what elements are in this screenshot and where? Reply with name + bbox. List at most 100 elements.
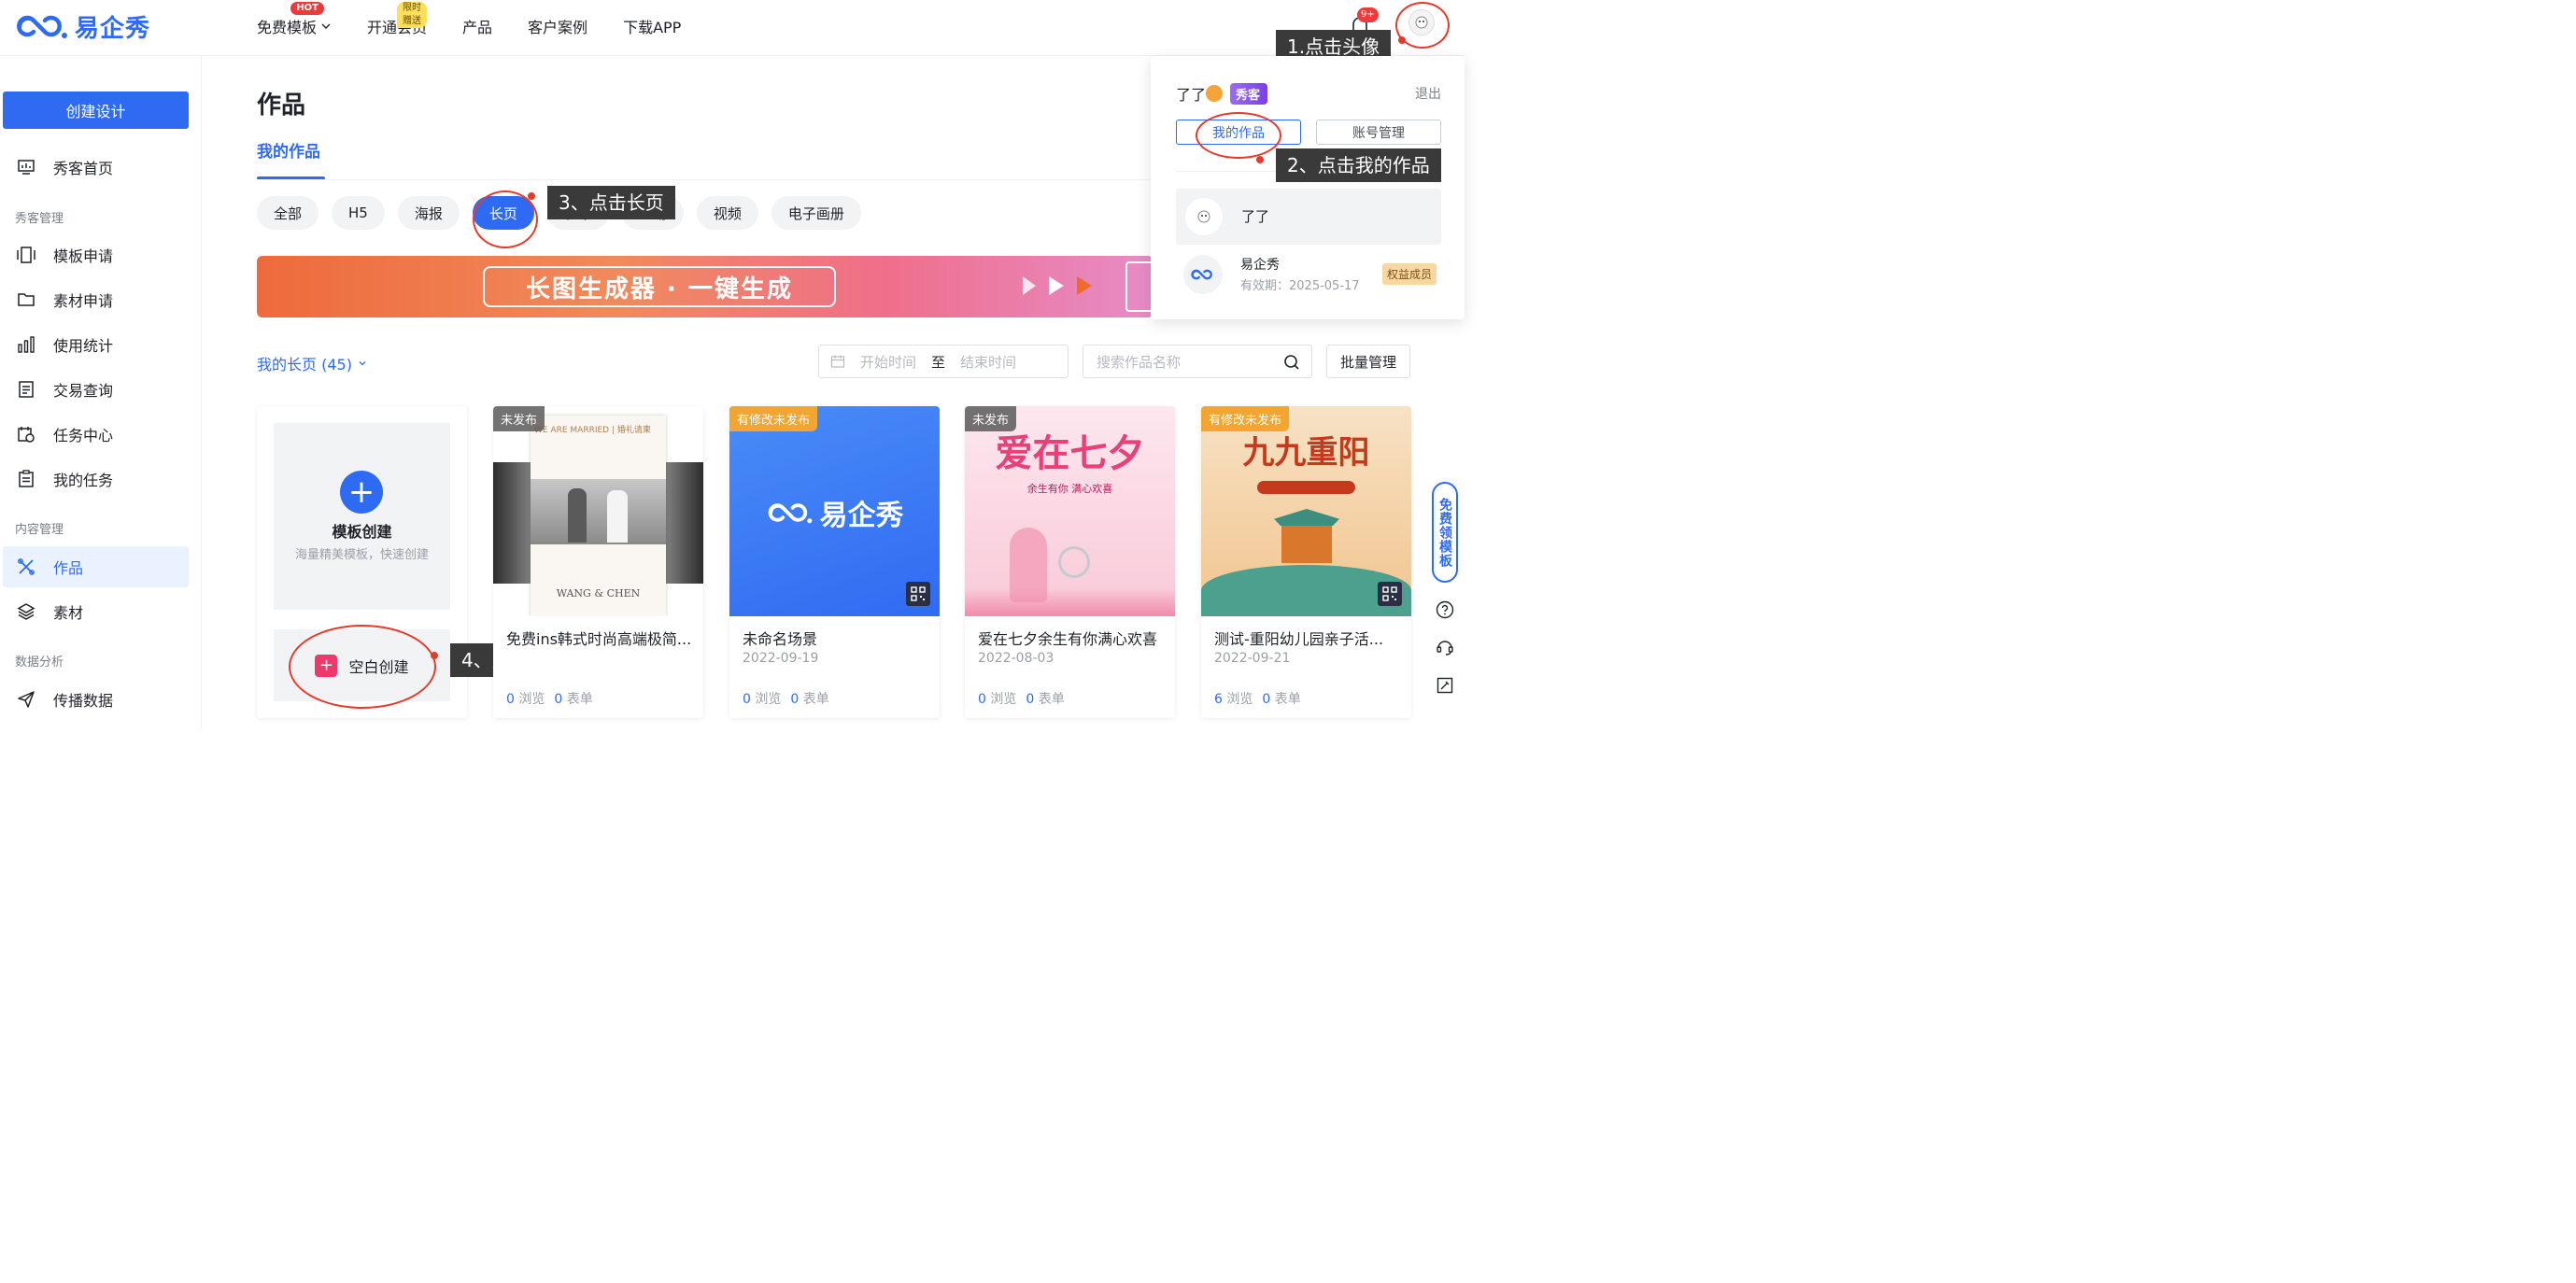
nav-products[interactable]: 产品 (462, 15, 492, 37)
plus-icon: + (340, 471, 383, 514)
annotation-ring-long-page (473, 190, 538, 248)
sidebar-item-task-center[interactable]: 任务中心 (3, 414, 189, 455)
send-icon (16, 689, 36, 710)
thumb-header: WE ARE MARRIED | 婚礼请柬 (534, 426, 651, 435)
avatar (1185, 198, 1223, 235)
page-title: 作品 (257, 92, 306, 120)
long-image-banner[interactable]: 长图生成器 · 一键生成 (257, 256, 1154, 317)
logout-link[interactable]: 退出 (1415, 84, 1441, 103)
work-card[interactable]: 易企秀 有修改未发布 未命名场景 2022-09-19 0 浏览 0 表单 (729, 406, 940, 718)
date-end-input[interactable]: 结束时间 (960, 352, 1016, 372)
long-page-icon (1125, 261, 1154, 312)
sidebar-item-label: 我的任务 (53, 472, 114, 489)
sidebar-item-label: 任务中心 (53, 427, 114, 444)
account-row-company[interactable]: 易企秀 有效期：2025-05-17 权益成员 (1176, 252, 1441, 308)
chip-e-album[interactable]: 电子画册 (771, 196, 861, 230)
account-manage-button[interactable]: 账号管理 (1316, 120, 1441, 145)
chip-poster[interactable]: 海报 (397, 196, 460, 230)
sidebar-item-transactions[interactable]: 交易查询 (3, 369, 189, 410)
search-input[interactable]: 搜索作品名称 (1083, 345, 1312, 378)
sidebar-item-materials[interactable]: 素材 (3, 591, 189, 632)
notification-count: 9+ (1357, 7, 1379, 22)
sidebar-item-label: 传播数据 (53, 692, 114, 710)
card-thumbnail: 易企秀 (729, 406, 940, 616)
play-outline-icon (1023, 276, 1036, 295)
dropdown-user: 了了 秀客 (1176, 82, 1268, 105)
chip-all[interactable]: 全部 (257, 196, 319, 230)
views-count: 0 (506, 692, 515, 707)
views-label: 浏览 (990, 692, 1017, 707)
account-row-personal[interactable]: 了了 (1176, 189, 1441, 245)
customer-service-icon[interactable] (1436, 638, 1454, 656)
thumb-subtitle: 余生有你 满心欢喜 (1026, 483, 1113, 495)
logo-text: 易企秀 (75, 14, 151, 43)
qr-code-icon[interactable] (1378, 582, 1402, 606)
play-icon (1077, 276, 1092, 295)
list-title-dropdown[interactable]: 我的长页 (45) (257, 352, 367, 374)
annotation-step3: 3、点击长页 (547, 186, 675, 219)
play-icon (1049, 276, 1064, 295)
carousel-icon (16, 245, 36, 265)
nav-label: 免费模板 (257, 19, 318, 36)
chip-h5[interactable]: H5 (332, 196, 385, 230)
date-range-picker[interactable]: 开始时间 至 结束时间 (818, 345, 1069, 378)
date-start-input[interactable]: 开始时间 (860, 352, 916, 372)
views-label: 浏览 (1226, 692, 1253, 707)
nav-free-templates[interactable]: 免费模板 HOT (257, 2, 332, 37)
forms-count: 0 (1262, 692, 1271, 707)
create-design-button[interactable]: 创建设计 (3, 92, 189, 129)
template-create-box[interactable]: + 模板创建 海量精美模板，快速创建 (274, 423, 450, 610)
annotation-dot (431, 652, 438, 659)
forms-label: 表单 (1038, 692, 1065, 707)
nav-label: 下载APP (623, 19, 682, 36)
nav-membership[interactable]: 开通会员 限时赠送 (367, 2, 428, 37)
edit-note-icon[interactable] (1436, 676, 1454, 695)
forms-count: 0 (1026, 692, 1035, 707)
sidebar-group-data: 数据分析 (15, 656, 64, 670)
logo-icon (768, 503, 812, 524)
tab-my-works[interactable]: 我的作品 (257, 138, 320, 162)
thumb-title: 九九重阳 (1242, 434, 1370, 472)
sidebar-item-home[interactable]: 秀客首页 (3, 147, 189, 188)
work-card[interactable]: WE ARE MARRIED | 婚礼请柬 WANG & CHEN 未发布 免费… (493, 406, 703, 718)
sidebar-item-my-tasks[interactable]: 我的任务 (3, 458, 189, 500)
limited-badge: 限时赠送 (397, 2, 428, 28)
annotation-dot (528, 192, 535, 200)
card-title: 免费ins韩式时尚高端极简... (506, 630, 692, 648)
company-name: 易企秀 (1240, 258, 1280, 273)
sidebar: 创建设计 秀客首页 秀客管理 模板申请 素材申请 使用统计 交易查询 任务中心 … (0, 56, 202, 729)
annotation-ring-blank-create (289, 625, 436, 709)
card-thumbnail: 九九重阳 (1201, 406, 1411, 616)
batch-manage-button[interactable]: 批量管理 (1326, 345, 1410, 378)
sidebar-item-spread-data[interactable]: 传播数据 (3, 679, 189, 720)
card-title: 未命名场景 (743, 630, 818, 648)
sidebar-item-usage-stats[interactable]: 使用统计 (3, 324, 189, 365)
sidebar-group-content: 内容管理 (15, 523, 64, 537)
template-create-subtitle: 海量精美模板，快速创建 (294, 548, 429, 562)
chip-video[interactable]: 视频 (696, 196, 758, 230)
free-template-button[interactable]: 免费领模板 (1432, 482, 1458, 583)
search-icon[interactable] (1283, 354, 1300, 371)
dropdown-username: 了了 (1176, 86, 1207, 104)
qr-code-icon[interactable] (906, 582, 930, 606)
monitor-icon (16, 157, 36, 177)
thumb-logo: 易企秀 (729, 492, 940, 533)
list-title-label: 我的长页 (45) (257, 356, 352, 374)
nav-cases[interactable]: 客户案例 (528, 15, 587, 37)
sidebar-item-label: 模板申请 (53, 247, 114, 265)
work-card[interactable]: 爱在七夕 余生有你 满心欢喜 未发布 爱在七夕余生有你满心欢喜 2022-08-… (965, 406, 1175, 718)
card-date: 2022-09-21 (1214, 651, 1291, 666)
work-card[interactable]: 九九重阳 有修改未发布 测试-重阳幼儿园亲子活... 2022-09-21 6 … (1201, 406, 1411, 718)
annotation-step2: 2、点击我的作品 (1276, 148, 1441, 182)
sidebar-item-material-apply[interactable]: 素材申请 (3, 279, 189, 320)
status-badge: 未发布 (493, 406, 545, 431)
sidebar-item-works[interactable]: 作品 (3, 546, 189, 587)
forms-count: 0 (554, 692, 563, 707)
help-icon[interactable] (1436, 600, 1454, 619)
sidebar-item-template-apply[interactable]: 模板申请 (3, 234, 189, 275)
thumb-pavilion (1274, 509, 1339, 526)
avatar-face-icon (1197, 210, 1210, 223)
status-badge: 有修改未发布 (1201, 406, 1290, 431)
nav-download-app[interactable]: 下载APP (623, 15, 681, 37)
logo[interactable]: 易企秀 (15, 9, 150, 43)
